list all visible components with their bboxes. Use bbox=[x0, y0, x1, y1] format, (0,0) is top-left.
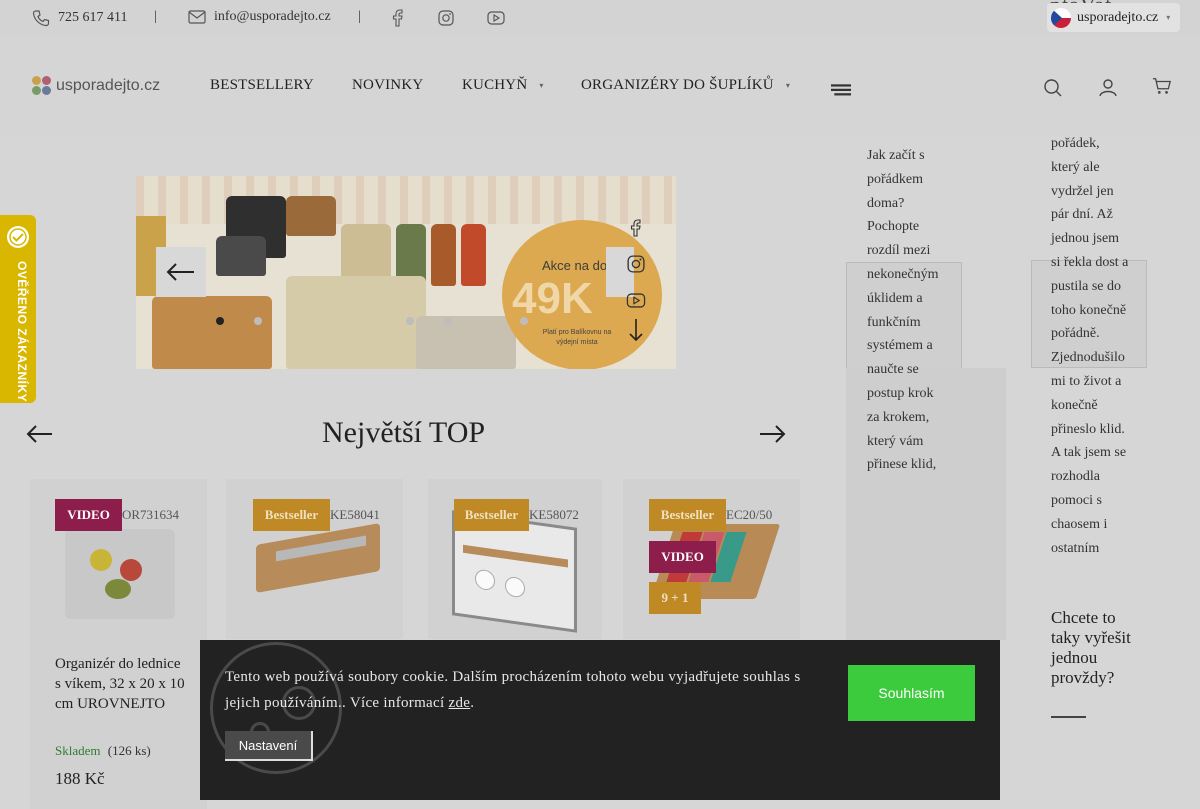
banner-product-image bbox=[152, 296, 272, 369]
nav-label: KUCHYŇ bbox=[462, 77, 528, 93]
article-text: Jak začít s pořádkem doma? Pochopte rozd… bbox=[867, 148, 939, 473]
chevron-down-icon: ▾ bbox=[539, 81, 544, 91]
language-selector[interactable]: usporadejto.cz ▾ bbox=[1047, 3, 1180, 32]
facebook-icon bbox=[630, 219, 641, 237]
banner-product-image bbox=[431, 224, 456, 286]
cookie-text-end: . bbox=[470, 695, 475, 711]
instagram-icon[interactable] bbox=[438, 10, 454, 26]
nav-label: ORGANIZÉRY DO ŠUPLÍKŮ bbox=[581, 77, 774, 93]
language-label: usporadejto.cz bbox=[1077, 9, 1159, 25]
stock-status: Skladem (126 ks) bbox=[55, 743, 151, 759]
carousel-prev-icon[interactable] bbox=[24, 422, 54, 446]
cookie-consent-bar: Tento web používá soubory cookie. Dalším… bbox=[200, 640, 1000, 800]
product-code: EC20/50 bbox=[726, 507, 773, 522]
arrow-down-icon bbox=[629, 319, 643, 342]
youtube-icon[interactable] bbox=[487, 11, 505, 25]
verified-by-customers-tab[interactable]: OVĚŘENO ZÁKAZNÍKY bbox=[0, 215, 36, 403]
mail-icon bbox=[188, 10, 206, 24]
slide-dot[interactable] bbox=[444, 317, 452, 325]
arrow-left-icon bbox=[166, 263, 194, 281]
site-logo[interactable]: usporadejto.cz bbox=[32, 76, 160, 96]
stock-qty: (126 ks) bbox=[107, 743, 151, 758]
stock-label: Skladem bbox=[55, 743, 101, 758]
phone-number: 725 617 411 bbox=[58, 10, 128, 25]
banner-product-image bbox=[216, 236, 266, 276]
section-title: Největší TOP bbox=[322, 416, 486, 449]
banner-decoration bbox=[136, 176, 676, 224]
product-card[interactable]: Bestseller KE58072 bbox=[428, 479, 602, 639]
share-instagram-button[interactable] bbox=[618, 246, 654, 282]
chevron-down-icon: ▾ bbox=[785, 81, 791, 91]
slide-dot-active[interactable] bbox=[216, 317, 224, 325]
product-name[interactable]: Organizér do lednice s víkem, 32 x 20 x … bbox=[55, 654, 185, 714]
instagram-icon bbox=[627, 255, 645, 273]
phone-link[interactable]: 725 617 411 bbox=[32, 9, 127, 27]
product-card[interactable]: VIDEO OR731634 Organizér do lednice s ví… bbox=[30, 479, 207, 809]
nav-kuchyn[interactable]: KUCHYŇ ▾ bbox=[462, 77, 544, 94]
scroll-down-button[interactable] bbox=[618, 312, 654, 348]
youtube-icon bbox=[626, 292, 646, 308]
product-card[interactable]: Bestseller KE58041 bbox=[226, 479, 403, 639]
product-card[interactable]: Bestseller EC20/50 VIDEO 9 + 1 bbox=[623, 479, 800, 639]
promo-note: Platí pro Balíkovnu na výdejní místa bbox=[542, 329, 612, 346]
bestseller-badge: Bestseller bbox=[454, 499, 529, 531]
product-price: 188 Kč bbox=[55, 769, 105, 788]
banner-product-image bbox=[286, 196, 336, 236]
nav-organizery[interactable]: ORGANIZÉRY DO ŠUPLÍKŮ ▾ bbox=[581, 77, 790, 94]
nav-bestsellery[interactable]: BESTSELLERY bbox=[210, 77, 314, 94]
video-badge: VIDEO bbox=[55, 499, 122, 531]
more-info-link[interactable]: zde bbox=[449, 695, 471, 711]
share-facebook-button[interactable] bbox=[618, 210, 654, 246]
hero-banner[interactable]: Akce na dopr 49K Platí pro Balíkovnu na … bbox=[136, 176, 676, 369]
promo-qty-badge: 9 + 1 bbox=[649, 582, 701, 614]
product-code: KE58072 bbox=[529, 507, 579, 522]
cookie-text: Tento web používá soubory cookie. Dalším… bbox=[225, 669, 801, 711]
verified-seal-icon bbox=[7, 226, 29, 248]
logo-icon bbox=[32, 76, 52, 96]
slide-dot[interactable] bbox=[254, 317, 262, 325]
czech-flag-icon bbox=[1051, 7, 1071, 28]
carousel-next-icon[interactable] bbox=[758, 422, 788, 446]
phone-icon bbox=[32, 10, 50, 27]
banner-product-image bbox=[461, 224, 486, 286]
site-header: usporadejto.cz BESTSELLERY NOVINKY KUCHY… bbox=[0, 36, 1200, 136]
product-image bbox=[65, 529, 175, 619]
banner-product-image bbox=[416, 316, 516, 369]
cookie-settings-button[interactable]: Nastavení bbox=[225, 731, 313, 761]
banner-prev-button[interactable] bbox=[156, 247, 206, 297]
cookie-message: Tento web používá soubory cookie. Dalším… bbox=[225, 664, 825, 716]
nav-label: BESTSELLERY bbox=[210, 77, 314, 93]
article-text: pořádek, který ale vydržel jen pár dní. … bbox=[1051, 136, 1129, 556]
contact-bar: 725 617 411 | info@usporadejto.cz | ptaV… bbox=[0, 0, 1200, 36]
slide-dot[interactable] bbox=[520, 317, 528, 325]
separator: | bbox=[154, 9, 157, 24]
verified-label: OVĚŘENO ZÁKAZNÍKY bbox=[15, 261, 29, 403]
separator: | bbox=[358, 9, 361, 24]
bestseller-badge: Bestseller bbox=[649, 499, 726, 531]
slide-dot[interactable] bbox=[406, 317, 414, 325]
article-heading: Chcete to taky vyřešit jednou provždy? bbox=[1051, 608, 1131, 687]
search-icon[interactable] bbox=[1043, 78, 1063, 98]
product-image bbox=[256, 523, 380, 593]
divider bbox=[1051, 716, 1086, 718]
product-code: OR731634 bbox=[122, 507, 180, 522]
cart-icon[interactable] bbox=[1152, 76, 1172, 96]
video-badge: VIDEO bbox=[649, 541, 716, 573]
product-code: KE58041 bbox=[330, 507, 380, 522]
menu-icon[interactable] bbox=[831, 81, 851, 101]
email-link[interactable]: info@usporadejto.cz bbox=[188, 9, 331, 25]
logo-text: usporadejto.cz bbox=[56, 77, 161, 94]
chevron-down-icon: ▾ bbox=[1166, 13, 1171, 22]
user-icon[interactable] bbox=[1098, 78, 1118, 98]
nav-label: NOVINKY bbox=[352, 77, 424, 93]
banner-product-image bbox=[286, 276, 426, 369]
bestseller-badge: Bestseller bbox=[253, 499, 330, 531]
accept-cookies-button[interactable]: Souhlasím bbox=[848, 665, 975, 721]
email-address: info@usporadejto.cz bbox=[214, 9, 331, 24]
facebook-icon[interactable] bbox=[391, 9, 405, 27]
nav-novinky[interactable]: NOVINKY bbox=[352, 77, 423, 94]
